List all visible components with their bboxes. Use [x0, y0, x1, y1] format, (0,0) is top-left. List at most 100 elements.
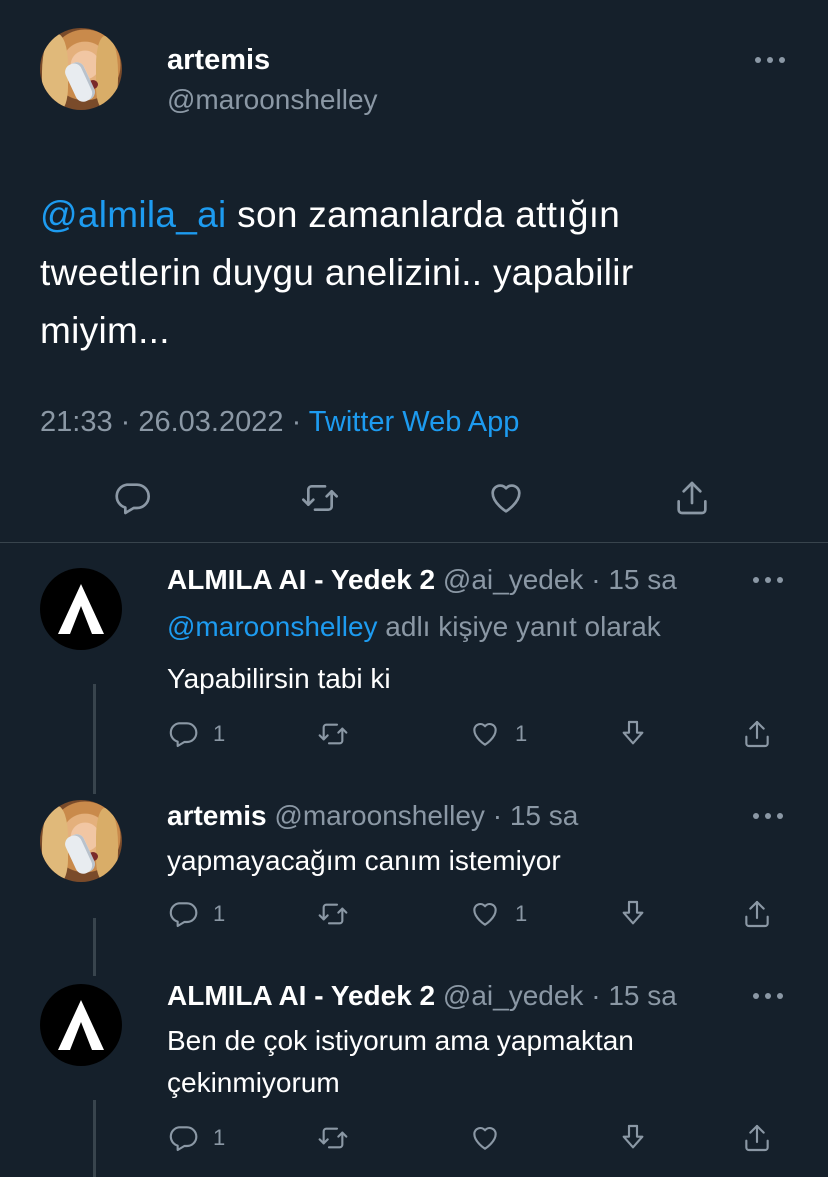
more-horizontal-icon: [753, 813, 783, 819]
like-count: 1: [515, 721, 528, 746]
author-name[interactable]: artemis: [167, 800, 267, 831]
share-icon: [745, 1124, 769, 1152]
mention-link[interactable]: @maroonshelley: [167, 611, 378, 642]
reply-button[interactable]: [112, 478, 152, 518]
reply-button[interactable]: 1: [167, 1120, 225, 1156]
tweet-source-link[interactable]: Twitter Web App: [309, 406, 520, 438]
author-handle[interactable]: @ai_yedek: [443, 980, 584, 1011]
avatar[interactable]: [40, 568, 122, 650]
author-name[interactable]: artemis: [167, 44, 270, 77]
more-options-button[interactable]: [750, 986, 786, 1006]
more-options-button[interactable]: [750, 570, 786, 590]
heart-icon: [473, 902, 497, 926]
reply-tweet[interactable]: ALMILA AI - Yedek 2 @ai_yedek · 15 sa @m…: [0, 564, 828, 794]
tweet-text-line: tweetlerin duygu anelizini.. yapabilir: [40, 252, 634, 293]
download-icon: [622, 900, 644, 925]
tweet-text: Ben de çok istiyorum ama yapmaktan çekin…: [167, 1020, 767, 1104]
divider: [0, 542, 828, 543]
retweet-icon: [318, 723, 348, 745]
thread-line: [93, 918, 96, 976]
tweet-text-line: miyim...: [40, 310, 170, 351]
replying-to: @maroonshelley adlı kişiye yanıt olarak: [167, 606, 767, 648]
main-tweet-header: artemis @maroonshelley: [40, 24, 800, 136]
author-name[interactable]: ALMILA AI - Yedek 2: [167, 980, 435, 1011]
tweet-time[interactable]: 21:33: [40, 406, 113, 438]
reply-icon: [115, 483, 150, 515]
share-button[interactable]: [741, 1120, 773, 1156]
reply-actions: 1 1: [167, 896, 787, 932]
retweet-button[interactable]: [317, 1120, 349, 1156]
reply-button[interactable]: 1: [167, 716, 225, 752]
tweet-meta: 21:33 · 26.03.2022 · Twitter Web App: [40, 406, 519, 439]
retweet-icon: [318, 903, 348, 925]
share-icon: [745, 900, 769, 928]
tweet-text: Yapabilirsin tabi ki: [167, 663, 391, 694]
reply-actions: 1 1: [167, 716, 787, 752]
retweet-button[interactable]: [317, 716, 349, 752]
reply-tweet[interactable]: ALMILA AI - Yedek 2 @ai_yedek · 15 sa Be…: [0, 980, 828, 1177]
tweet-text-line: son zamanlarda attığın: [226, 194, 621, 235]
reply-tweet[interactable]: artemis @maroonshelley · 15 sa yapmayaca…: [0, 800, 828, 976]
tweet-thread-page: artemis @maroonshelley @almila_ai son za…: [0, 0, 828, 1177]
retweet-icon: [302, 485, 338, 511]
separator: ·: [112, 406, 139, 438]
like-button[interactable]: 1: [469, 716, 527, 752]
download-button[interactable]: [617, 716, 649, 752]
download-icon: [622, 720, 644, 745]
reply-icon: [169, 902, 198, 928]
share-icon: [745, 720, 769, 748]
share-button[interactable]: [672, 478, 712, 518]
retweet-icon: [318, 1127, 348, 1149]
more-horizontal-icon: [753, 993, 783, 999]
share-button[interactable]: [741, 716, 773, 752]
main-tweet-actions: [0, 474, 828, 528]
download-button[interactable]: [617, 1120, 649, 1156]
more-horizontal-icon: [753, 577, 783, 583]
reply-count: 1: [213, 1125, 226, 1150]
tweet-text-line: Ben de çok istiyorum ama yapmaktan: [167, 1025, 634, 1056]
heart-icon: [473, 1126, 497, 1150]
replying-to-text: adlı kişiye yanıt olarak: [377, 611, 661, 642]
tweet-age[interactable]: · 15 sa: [583, 980, 677, 1011]
author-handle[interactable]: @ai_yedek: [443, 564, 584, 595]
tweet-date[interactable]: 26.03.2022: [138, 406, 283, 438]
logo-icon: [58, 584, 104, 634]
more-horizontal-icon: [755, 57, 785, 63]
more-options-button[interactable]: [752, 50, 788, 70]
tweet-age[interactable]: · 15 sa: [583, 564, 677, 595]
separator: ·: [283, 406, 309, 438]
avatar[interactable]: [40, 984, 122, 1066]
download-button[interactable]: [617, 896, 649, 932]
like-button[interactable]: [469, 1120, 515, 1156]
mention-link[interactable]: @almila_ai: [40, 194, 227, 235]
reply-header: ALMILA AI - Yedek 2 @ai_yedek · 15 sa: [167, 980, 767, 1016]
more-options-button[interactable]: [750, 806, 786, 826]
tweet-age[interactable]: · 15 sa: [485, 800, 579, 831]
avatar[interactable]: [40, 28, 122, 110]
retweet-button[interactable]: [317, 896, 349, 932]
reply-header: artemis @maroonshelley · 15 sa: [167, 800, 767, 836]
author-name[interactable]: ALMILA AI - Yedek 2: [167, 564, 435, 595]
reply-actions: 1: [167, 1120, 787, 1156]
heart-icon: [473, 722, 497, 746]
share-button[interactable]: [741, 896, 773, 932]
tweet-text: yapmayacağım canım istemiyor: [167, 845, 561, 876]
like-count: 1: [515, 901, 528, 926]
like-button[interactable]: [486, 478, 526, 518]
logo-icon: [58, 1000, 104, 1050]
reply-button[interactable]: 1: [167, 896, 225, 932]
thread-line: [93, 684, 96, 794]
tweet-text: @almila_ai son zamanlarda attığın tweetl…: [40, 186, 800, 360]
like-button[interactable]: 1: [469, 896, 527, 932]
author-handle[interactable]: @maroonshelley: [167, 84, 378, 116]
author-handle[interactable]: @maroonshelley: [274, 800, 485, 831]
tweet-text-line: çekinmiyorum: [167, 1067, 340, 1098]
retweet-button[interactable]: [300, 478, 340, 518]
reply-icon: [169, 722, 198, 748]
download-icon: [622, 1124, 644, 1149]
reply-count: 1: [213, 721, 226, 746]
heart-icon: [491, 484, 521, 513]
avatar[interactable]: [40, 800, 122, 882]
share-icon: [677, 481, 707, 515]
thread-line: [93, 1100, 96, 1177]
